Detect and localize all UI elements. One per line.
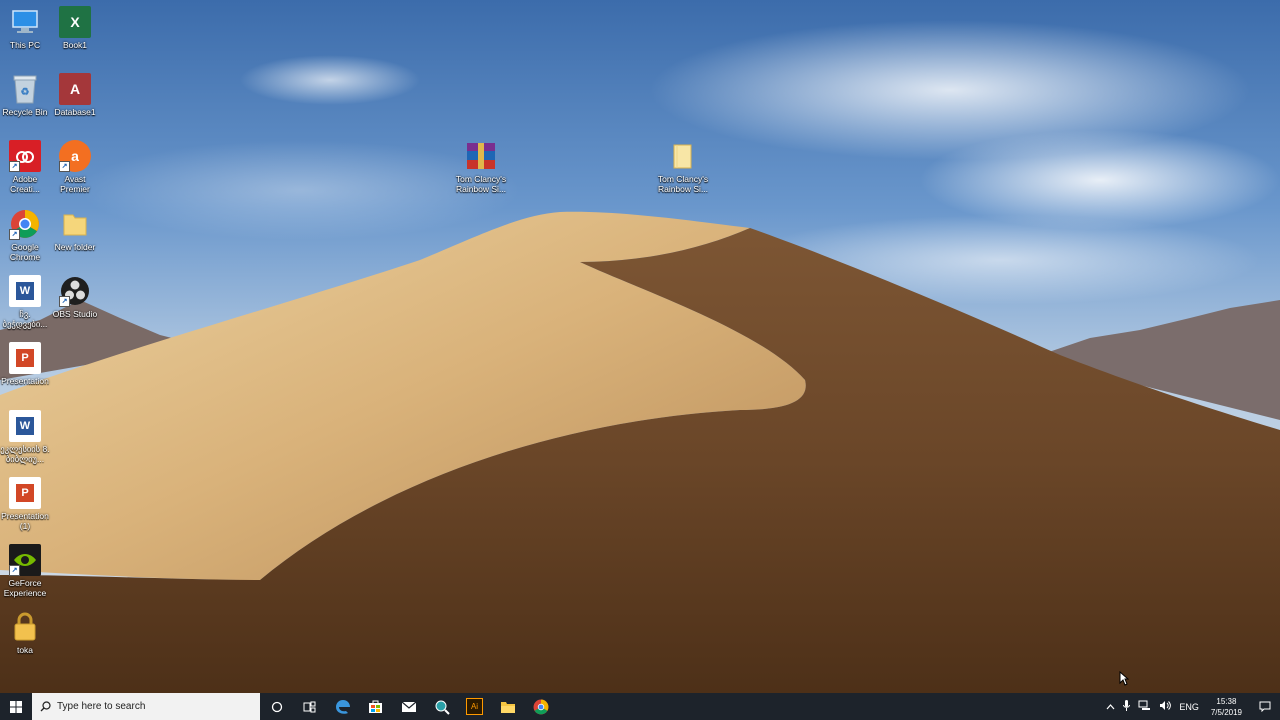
svg-text:♻: ♻ bbox=[21, 87, 30, 98]
desktop-icon-presentation-1[interactable]: P Presentation (1) bbox=[0, 477, 51, 531]
shortcut-arrow-icon: ↗ bbox=[59, 161, 70, 172]
windows-logo-icon bbox=[10, 700, 22, 713]
shortcut-arrow-icon: ↗ bbox=[9, 161, 20, 172]
store-icon[interactable] bbox=[359, 693, 392, 720]
folder-icon bbox=[59, 208, 91, 240]
edge-icon[interactable] bbox=[326, 693, 359, 720]
powerpoint-icon: P bbox=[9, 342, 41, 374]
task-view-icon[interactable] bbox=[293, 693, 326, 720]
taskbar-search-box[interactable]: Type here to search bbox=[32, 693, 260, 720]
cortana-icon[interactable] bbox=[260, 693, 293, 720]
desktop-icon-presentation[interactable]: P Presentation bbox=[0, 342, 51, 386]
powerpoint-icon: P bbox=[9, 477, 41, 509]
volume-icon[interactable] bbox=[1155, 700, 1175, 713]
clock-time: 15:38 bbox=[1216, 696, 1237, 706]
system-tray: ENG 15:38 7/5/2019 bbox=[1102, 693, 1280, 720]
desktop[interactable]: This PC X Book1 ♻ Recycle Bin A Database… bbox=[0, 0, 1280, 693]
excel-icon: X bbox=[59, 6, 91, 38]
taskbar: Type here to search Ai ENG 15:38 7/5/201… bbox=[0, 693, 1280, 720]
desktop-icon-word-doc-2[interactable]: W ეკლესიის 8. ბიბლიუ... bbox=[0, 410, 51, 464]
avast-icon: a ↗ bbox=[59, 140, 91, 172]
language-indicator[interactable]: ENG bbox=[1175, 702, 1203, 712]
desktop-icon-book1[interactable]: X Book1 bbox=[49, 6, 101, 50]
geforce-icon: ↗ bbox=[9, 544, 41, 576]
desktop-icon-new-folder[interactable]: New folder bbox=[49, 208, 101, 252]
desktop-icon-avast[interactable]: a ↗ Avast Premier bbox=[49, 140, 101, 194]
word-icon: W bbox=[9, 410, 41, 442]
folder-icon bbox=[667, 140, 699, 172]
word-icon: W bbox=[9, 275, 41, 307]
chrome-icon: ↗ bbox=[9, 208, 41, 240]
illustrator-icon[interactable]: Ai bbox=[458, 693, 491, 720]
network-icon[interactable] bbox=[1134, 700, 1155, 713]
this-pc-icon bbox=[9, 6, 41, 38]
clock-date: 7/5/2019 bbox=[1210, 707, 1242, 717]
microphone-icon[interactable] bbox=[1119, 700, 1134, 713]
chrome-icon[interactable] bbox=[524, 693, 557, 720]
file-explorer-icon[interactable] bbox=[491, 693, 524, 720]
desktop-icon-chrome[interactable]: ↗ Google Chrome bbox=[0, 208, 51, 262]
recycle-bin-icon: ♻ bbox=[9, 73, 41, 105]
wallpaper-dunes bbox=[0, 0, 1280, 693]
shortcut-arrow-icon: ↗ bbox=[9, 229, 20, 240]
desktop-icon-geforce[interactable]: ↗ GeForce Experience bbox=[0, 544, 51, 598]
obs-icon: ↗ bbox=[59, 275, 91, 307]
lock-folder-icon bbox=[9, 611, 41, 643]
desktop-icon-this-pc[interactable]: This PC bbox=[0, 6, 51, 50]
mail-icon[interactable] bbox=[392, 693, 425, 720]
access-icon: A bbox=[59, 73, 91, 105]
desktop-icon-word-doc-1[interactable]: W ჩვ. ბეჭდვები... bbox=[0, 275, 51, 329]
desktop-icon-toka[interactable]: toka bbox=[0, 611, 51, 655]
clock[interactable]: 15:38 7/5/2019 bbox=[1203, 696, 1250, 718]
show-hidden-icons-chevron-icon[interactable] bbox=[1102, 702, 1119, 712]
action-center-icon[interactable] bbox=[1250, 693, 1280, 720]
mouse-cursor-icon bbox=[1119, 670, 1130, 691]
desktop-icon-rainbow-archive[interactable]: Tom Clancy's Rainbow Si... bbox=[455, 140, 507, 194]
search-placeholder: Type here to search bbox=[57, 701, 146, 712]
shortcut-arrow-icon: ↗ bbox=[9, 565, 20, 576]
winrar-icon bbox=[465, 140, 497, 172]
start-button[interactable] bbox=[0, 693, 32, 720]
search-app-icon[interactable] bbox=[425, 693, 458, 720]
shortcut-arrow-icon: ↗ bbox=[59, 296, 70, 307]
search-icon bbox=[40, 701, 51, 712]
adobe-cc-icon: ↗ bbox=[9, 140, 41, 172]
desktop-icon-obs[interactable]: ↗ OBS Studio bbox=[49, 275, 101, 319]
desktop-icon-database1[interactable]: A Database1 bbox=[49, 73, 101, 117]
desktop-icon-adobe-cc[interactable]: ↗ Adobe Creati... bbox=[0, 140, 51, 194]
desktop-icon-recycle-bin[interactable]: ♻ Recycle Bin bbox=[0, 73, 51, 117]
desktop-icon-rainbow-folder[interactable]: Tom Clancy's Rainbow Si... bbox=[657, 140, 709, 194]
